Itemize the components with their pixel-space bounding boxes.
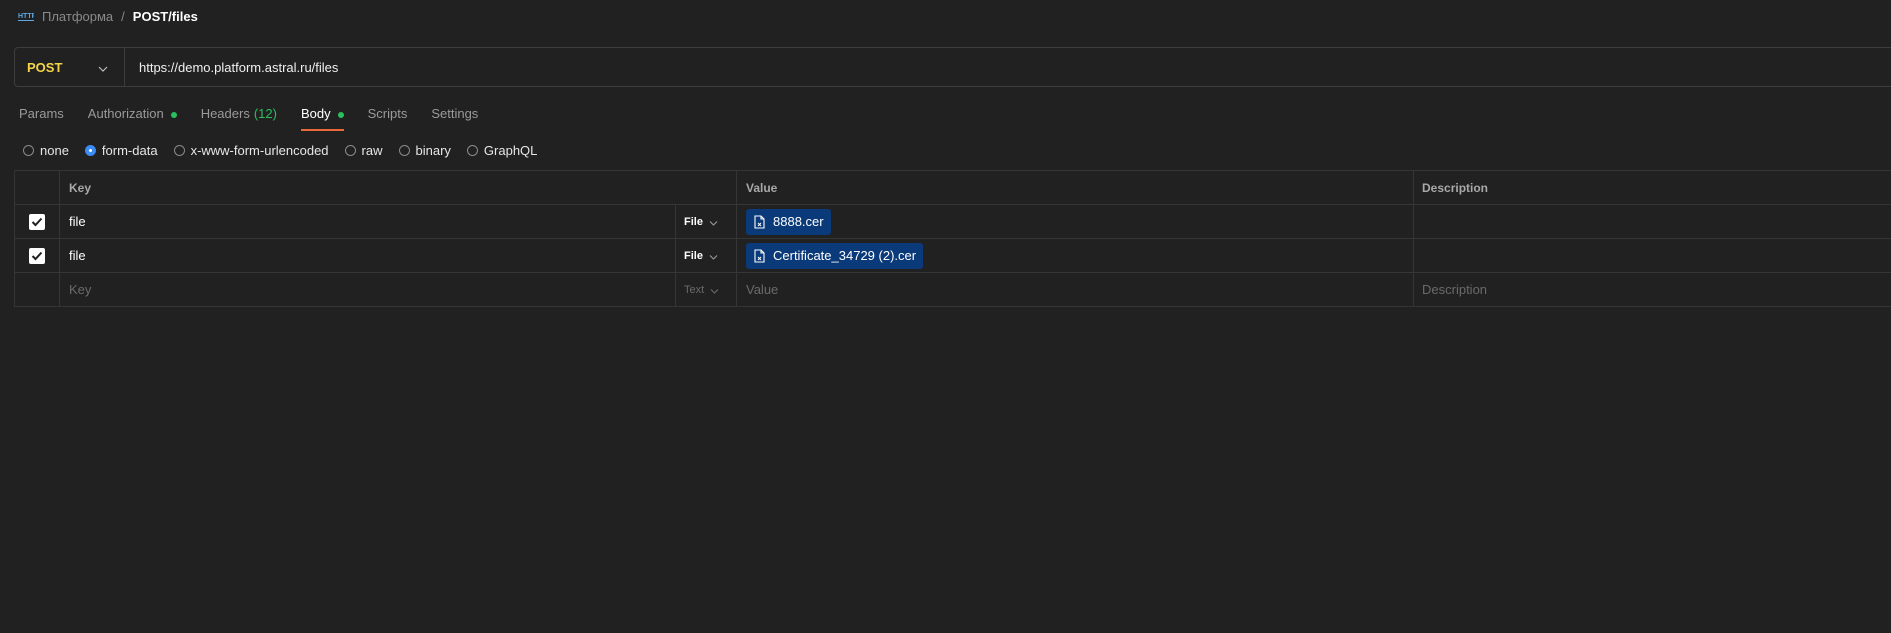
tab-authorization[interactable]: Authorization (88, 103, 177, 131)
tab-label: Body (300, 106, 331, 121)
value-placeholder: Value (746, 282, 779, 297)
file-icon (753, 214, 766, 229)
column-header-value: Value (737, 171, 1414, 204)
http-icon: HTTP (18, 9, 34, 23)
description-cell[interactable] (1414, 239, 1891, 272)
breadcrumb-parent[interactable]: Платформа (42, 9, 113, 24)
request-tabs: Params Authorization Headers (12) Body S… (19, 103, 502, 131)
key-text: file (69, 248, 86, 263)
description-input[interactable]: Description (1414, 273, 1891, 306)
tab-label: Params (19, 106, 64, 121)
radio-label: none (40, 142, 69, 158)
key-placeholder: Key (69, 282, 92, 297)
status-dot-icon (170, 112, 177, 118)
method-dropdown[interactable]: POST (15, 48, 125, 86)
file-chip[interactable]: Certificate_34729 (2).cer (746, 242, 924, 269)
file-chip[interactable]: 8888.cer (746, 208, 831, 235)
file-name: 8888.cer (773, 214, 824, 229)
description-placeholder: Description (1422, 282, 1488, 297)
type-dropdown[interactable]: File (676, 205, 737, 238)
tab-params[interactable]: Params (19, 103, 64, 131)
chevron-down-icon (710, 282, 719, 297)
radio-label: GraphQL (483, 142, 538, 158)
column-header-key: Key (60, 171, 737, 204)
chevron-down-icon (709, 248, 718, 263)
key-cell[interactable]: file (60, 239, 676, 272)
radio-icon (398, 144, 410, 156)
radio-binary[interactable]: binary (398, 142, 451, 158)
row-checkbox-cell (14, 239, 60, 272)
tab-label: Scripts (367, 106, 408, 121)
type-label: File (684, 249, 703, 262)
checkbox-checked-icon[interactable] (29, 247, 45, 264)
table-new-row: Key Text Value Description (14, 273, 1891, 307)
tab-label: Authorization (87, 106, 164, 121)
type-dropdown[interactable]: Text (676, 273, 737, 306)
description-cell[interactable] (1414, 205, 1891, 238)
file-name: Certificate_34729 (2).cer (773, 248, 917, 263)
type-label: Text (684, 283, 705, 296)
table-row: file File Certificate_34729 (2).cer (14, 239, 1891, 273)
table-header-row: Key Value Description (14, 171, 1891, 205)
breadcrumb: HTTP Платформа / POST/files (18, 6, 198, 26)
method-label: POST (27, 59, 63, 75)
svg-text:HTTP: HTTP (18, 13, 34, 20)
table-row: file File 8888.cer (14, 205, 1891, 239)
radio-label: binary (415, 142, 451, 158)
radio-label: form-data (101, 142, 158, 158)
key-cell[interactable]: file (60, 205, 676, 238)
checkbox-checked-icon[interactable] (29, 213, 45, 230)
form-data-table: Key Value Description file File 8888.cer (14, 170, 1891, 307)
radio-icon (173, 144, 185, 156)
url-input[interactable] (125, 47, 1891, 87)
radio-raw[interactable]: raw (344, 142, 383, 158)
value-input[interactable]: Value (737, 273, 1414, 306)
radio-selected-icon (84, 144, 96, 156)
breadcrumb-current: POST/files (132, 8, 198, 24)
breadcrumb-separator: / (121, 8, 125, 24)
radio-x-www-form-urlencoded[interactable]: x-www-form-urlencoded (173, 142, 329, 158)
type-dropdown[interactable]: File (676, 239, 737, 272)
radio-none[interactable]: none (23, 143, 69, 158)
row-checkbox-cell (14, 205, 60, 238)
radio-icon (344, 144, 356, 156)
tab-headers[interactable]: Headers (12) (201, 103, 277, 131)
radio-label: x-www-form-urlencoded (190, 142, 329, 158)
column-header-description: Description (1422, 180, 1489, 195)
header-check-cell (14, 171, 60, 204)
tab-scripts[interactable]: Scripts (368, 103, 408, 131)
tab-settings[interactable]: Settings (431, 103, 478, 131)
headers-count: (12) (253, 106, 277, 121)
row-checkbox-cell (14, 273, 60, 306)
radio-icon (466, 144, 478, 156)
value-cell[interactable]: Certificate_34729 (2).cer (737, 239, 1414, 272)
chevron-down-icon (709, 214, 718, 229)
file-icon (753, 248, 766, 263)
body-type-options: none form-data x-www-form-urlencoded raw… (23, 141, 553, 159)
radio-label: raw (361, 142, 383, 158)
chevron-down-icon (98, 60, 108, 75)
tab-body[interactable]: Body (300, 103, 344, 131)
tab-label: Headers (200, 106, 250, 121)
status-dot-icon (337, 112, 344, 118)
url-bar: POST (14, 47, 1891, 87)
key-input[interactable]: Key (60, 273, 676, 306)
tab-label: Settings (431, 106, 479, 121)
type-label: File (684, 215, 703, 228)
radio-graphql[interactable]: GraphQL (466, 142, 538, 158)
key-text: file (69, 214, 86, 229)
radio-icon (23, 144, 34, 156)
radio-form-data[interactable]: form-data (84, 142, 158, 158)
value-cell[interactable]: 8888.cer (737, 205, 1414, 238)
